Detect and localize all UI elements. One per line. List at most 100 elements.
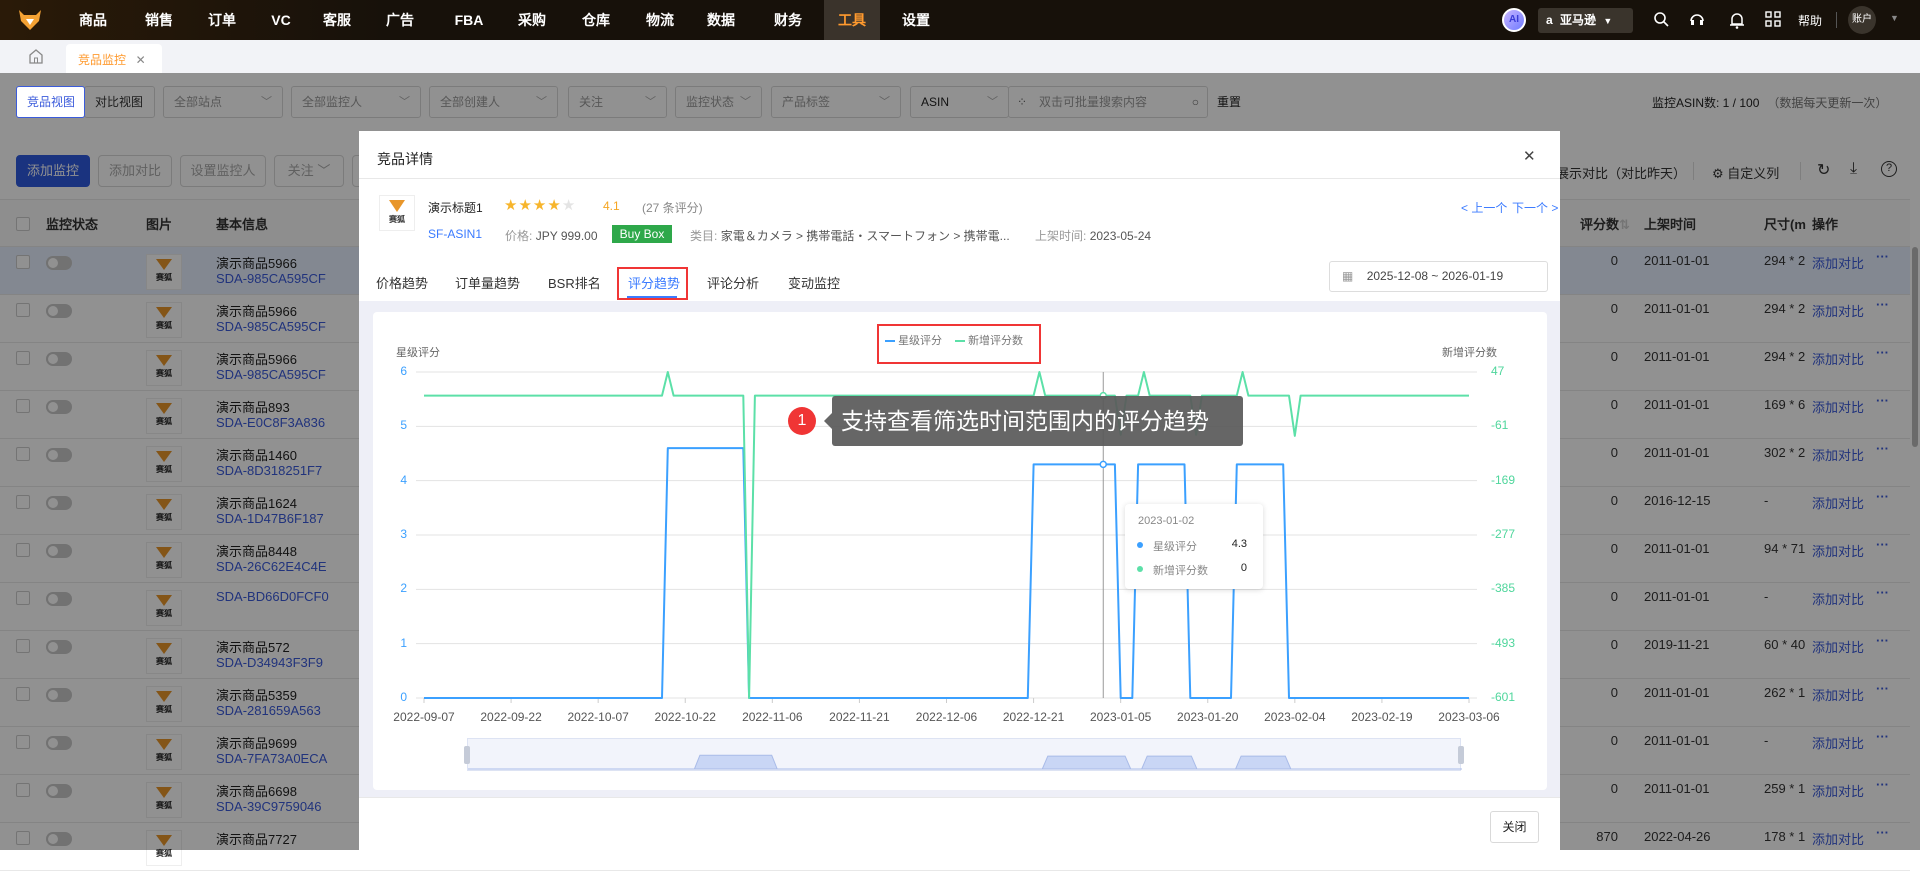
legend-label: 星级评分 — [898, 335, 943, 347]
nav-item[interactable]: 商品 — [65, 0, 121, 40]
tab-competitor-monitor[interactable]: 竞品监控 ✕ — [66, 44, 162, 73]
home-icon[interactable] — [28, 48, 44, 64]
x-tick-label: 2022-12-06 — [915, 710, 978, 724]
x-tick-label: 2022-11-21 — [829, 710, 890, 724]
nav-item[interactable]: 工具 — [824, 0, 880, 40]
rating-value: 4.1 — [603, 199, 620, 213]
prev-link[interactable]: < 上一个 — [1461, 199, 1507, 216]
product-asin-link[interactable]: SF-ASIN1 — [428, 227, 482, 241]
slider-handle-right[interactable] — [1458, 746, 1464, 764]
guide-tooltip: 支持查看筛选时间范围内的评分趋势 — [832, 396, 1243, 446]
nav-item[interactable]: VC — [257, 0, 304, 40]
tab-price-trend[interactable]: 价格趋势 — [376, 273, 428, 292]
y-left-tick: 1 — [400, 635, 407, 650]
apps-icon[interactable] — [1765, 11, 1781, 27]
legend-label: 新增评分数 — [968, 335, 1024, 347]
x-tick-label: 2022-10-22 — [654, 710, 716, 724]
next-link[interactable]: 下一个 > — [1512, 199, 1558, 216]
tab-order-trend[interactable]: 订单量趋势 — [455, 273, 520, 292]
legend-item-new-reviews[interactable]: 新增评分数 — [955, 332, 1023, 348]
tooltip-dot-new-reviews — [1137, 566, 1143, 572]
tab-review-analysis[interactable]: 评论分析 — [707, 273, 759, 292]
price-value: JPY 999.00 — [535, 229, 598, 243]
y-left-tick: 0 — [400, 690, 407, 704]
y-axis-left-title: 星级评分 — [396, 347, 440, 359]
competitor-detail-modal: 竞品详情 ✕ 赛狐 演示标题1 ★★★★★ 4.1 (27 条评分) < 上一个… — [359, 131, 1560, 850]
x-tick-label: 2022-11-06 — [742, 710, 803, 724]
calendar-icon: ▦ — [1342, 269, 1354, 283]
y-right-tick: -601 — [1491, 690, 1516, 704]
view-competitor-button[interactable]: 竞品视图 — [16, 86, 85, 118]
star-icon: ★ — [518, 197, 533, 214]
product-image: 赛狐 — [379, 195, 415, 231]
nav-divider — [1836, 12, 1837, 28]
nav-item[interactable]: 销售 — [131, 0, 187, 40]
tooltip-dot-rating — [1137, 542, 1143, 548]
category: 类目: 家電＆カメラ > 携帯電話・スマートフォン > 携帯電... — [690, 227, 1010, 244]
y-left-tick: 2 — [400, 581, 407, 596]
x-tick-label: 2022-09-22 — [480, 710, 542, 724]
nav-item[interactable]: 设置 — [888, 0, 944, 40]
x-tick-label: 2022-10-07 — [567, 710, 629, 724]
highlight-box — [617, 267, 688, 300]
tooltip-value: 0 — [1240, 562, 1247, 574]
y-left-tick: 4 — [400, 472, 407, 487]
data-zoom-slider[interactable] — [464, 738, 1464, 771]
close-icon[interactable]: ✕ — [1523, 147, 1536, 165]
nav-item[interactable]: 采购 — [504, 0, 560, 40]
headset-icon[interactable] — [1689, 11, 1705, 29]
guide-arrow — [824, 413, 832, 429]
search-icon[interactable] — [1653, 11, 1669, 27]
caret-down-icon[interactable]: ▼ — [1890, 13, 1899, 23]
slider-preview-area — [468, 754, 1462, 770]
legend-item-rating[interactable]: 星级评分 — [885, 332, 942, 348]
nav-item[interactable]: 财务 — [760, 0, 816, 40]
x-tick-label: 2023-02-04 — [1264, 710, 1326, 724]
close-icon[interactable]: ✕ — [136, 53, 146, 67]
star-icon: ★ — [532, 197, 548, 214]
y-right-tick: 47 — [1491, 364, 1505, 378]
fox-logo-icon — [389, 200, 405, 212]
tooltip-value: 4.3 — [1231, 538, 1247, 550]
logo-icon[interactable] — [18, 9, 42, 31]
avatar[interactable]: 账户 — [1848, 6, 1876, 34]
rating-trend-chart: 星级评分 新增评分数 星级评分 新增评分数 0 1 2 3 4 5 6 -601 -493 -38… — [373, 312, 1547, 790]
modal-title: 竞品详情 — [377, 151, 433, 167]
x-tick-label: 2023-03-06 — [1438, 710, 1500, 724]
x-tick-label: 2023-02-19 — [1351, 710, 1413, 724]
modal-header-divider — [359, 178, 1560, 179]
nav-item[interactable]: 广告 — [372, 0, 428, 40]
guide-step-badge: 1 — [788, 407, 816, 435]
slider-preview — [468, 754, 1462, 770]
category-label: 类目: — [690, 229, 718, 243]
bell-icon[interactable] — [1729, 11, 1745, 29]
price-label: 价格: — [505, 229, 533, 243]
y-left-tick: 5 — [400, 418, 407, 433]
marketplace-select[interactable]: a 亚马逊 ▼ — [1538, 8, 1633, 33]
series-line-rating — [424, 447, 1469, 699]
slider-handle-left[interactable] — [464, 746, 470, 764]
y-right-tick: -277 — [1491, 527, 1516, 541]
product-title: 演示标题1 — [428, 201, 483, 215]
ai-icon[interactable]: AI — [1502, 8, 1526, 32]
y-right-tick: -493 — [1491, 635, 1516, 650]
nav-item[interactable]: FBA — [441, 0, 498, 40]
tab-bsr-rank[interactable]: BSR排名 — [548, 273, 601, 292]
nav-item[interactable]: 客服 — [309, 0, 365, 40]
date-range-picker[interactable]: ▦ 2025-12-08 ~ 2026-01-19 — [1329, 261, 1548, 292]
nav-item[interactable]: 数据 — [693, 0, 749, 40]
tab-change-monitor[interactable]: 变动监控 — [788, 273, 840, 292]
nav-item[interactable]: 仓库 — [568, 0, 624, 40]
nav-item[interactable]: 物流 — [632, 0, 688, 40]
y-right-tick: -385 — [1491, 581, 1516, 596]
star-rating: ★★★★★ — [504, 196, 576, 214]
nav-item[interactable]: 订单 — [194, 0, 250, 40]
listed-date: 上架时间: 2023-05-24 — [1035, 227, 1151, 244]
tooltip-label: 星级评分 — [1153, 541, 1197, 553]
close-button[interactable]: 关闭 — [1490, 811, 1539, 843]
help-link[interactable]: 帮助 — [1798, 12, 1822, 29]
x-tick-label: 2022-12-21 — [1002, 710, 1065, 724]
product-logo-text: 赛狐 — [389, 215, 405, 224]
top-nav: 商品 销售 订单 VC 客服 广告 FBA 采购 仓库 物流 数据 财务 工具 设置 AI a 亚马逊 ▼… — [0, 0, 1920, 40]
y-right-tick: -169 — [1491, 472, 1516, 487]
